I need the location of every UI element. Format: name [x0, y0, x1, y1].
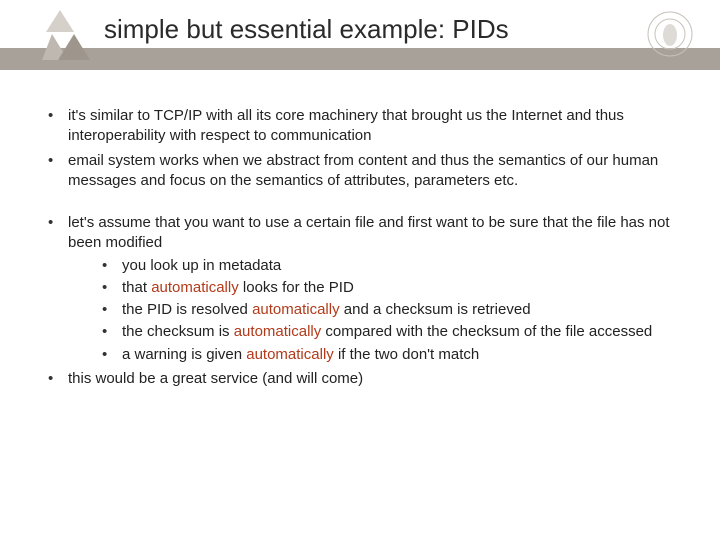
bullet-text: you look up in metadata	[122, 257, 281, 274]
keyword: automatically	[151, 279, 239, 296]
bullet-item: it's similar to TCP/IP with all its core…	[42, 106, 678, 147]
sub-bullet-item: the checksum is automatically compared w…	[68, 322, 678, 342]
bullet-text: email system works when we abstract from…	[68, 152, 658, 189]
sub-bullet-item: that automatically looks for the PID	[68, 278, 678, 298]
bullet-text: the PID is resolved	[122, 301, 252, 318]
bullet-list: let's assume that you want to use a cert…	[42, 213, 678, 389]
bullet-item: let's assume that you want to use a cert…	[42, 213, 678, 365]
bullet-text: compared with the checksum of the file a…	[321, 323, 652, 340]
mpg-emblem-icon	[638, 2, 702, 66]
bullet-text: that	[122, 279, 151, 296]
bullet-text: let's assume that you want to use a cert…	[68, 214, 670, 251]
bullet-text: looks for the PID	[239, 279, 354, 296]
bullet-text: if the two don't match	[334, 346, 479, 363]
header-bar	[0, 48, 720, 70]
sub-bullet-item: you look up in metadata	[68, 256, 678, 276]
triangles-logo	[40, 8, 96, 64]
bullet-list: it's similar to TCP/IP with all its core…	[42, 106, 678, 191]
sub-bullet-item: the PID is resolved automatically and a …	[68, 300, 678, 320]
sub-bullet-item: a warning is given automatically if the …	[68, 345, 678, 365]
slide-header: simple but essential example: PIDs	[0, 0, 720, 78]
keyword: automatically	[252, 301, 340, 318]
bullet-text: the checksum is	[122, 323, 234, 340]
bullet-text: it's similar to TCP/IP with all its core…	[68, 107, 624, 144]
keyword: automatically	[246, 346, 334, 363]
bullet-text: this would be a great service (and will …	[68, 370, 363, 387]
bullet-item: email system works when we abstract from…	[42, 151, 678, 192]
keyword: automatically	[234, 323, 322, 340]
sub-bullet-list: you look up in metadata that automatical…	[68, 256, 678, 365]
bullet-text: and a checksum is retrieved	[340, 301, 531, 318]
bullet-text: a warning is given	[122, 346, 246, 363]
slide-title: simple but essential example: PIDs	[104, 14, 509, 45]
bullet-item: this would be a great service (and will …	[42, 369, 678, 389]
slide-body: it's similar to TCP/IP with all its core…	[0, 78, 720, 389]
